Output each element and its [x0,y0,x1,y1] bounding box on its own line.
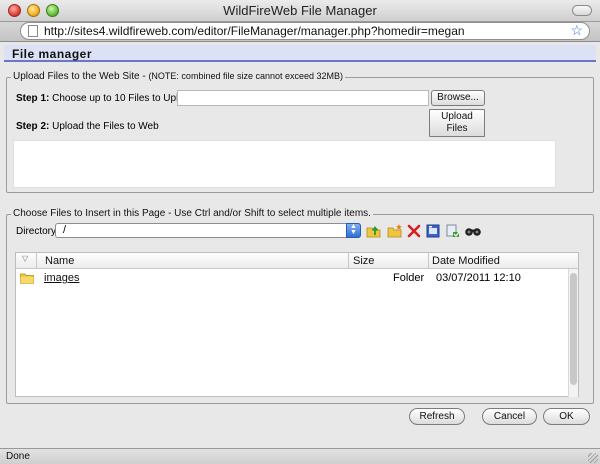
folder-up-icon[interactable] [366,223,382,239]
directory-label: Directory [16,226,57,237]
step1-label: Step 1: [16,93,50,104]
directory-select[interactable]: / ▲ ▼ [55,223,361,238]
upload-legend-note: (NOTE: combined file size cannot exceed … [148,71,344,81]
status-bar: Done [0,448,600,464]
step2-text: Upload the Files to Web [52,121,159,132]
file-path-input[interactable] [177,90,429,106]
list-item[interactable]: images Folder 03/07/2011 12:10 [16,271,566,287]
upload-files-button[interactable]: Upload Files [429,109,485,137]
refresh-folder-icon[interactable] [445,223,461,239]
page-icon [28,25,38,37]
sort-indicator-icon[interactable]: ▽ [22,254,28,263]
file-name[interactable]: images [44,272,79,284]
file-list-header: ▽ Name Size Date Modified [16,253,578,269]
cancel-button[interactable]: Cancel [482,408,537,425]
properties-icon[interactable] [425,223,441,239]
bookmark-star-icon[interactable]: ☆ [570,22,583,39]
upload-button-line2: Files [446,123,468,134]
refresh-button[interactable]: Refresh [409,408,465,425]
delete-icon[interactable] [406,223,422,239]
step1-text: Choose up to 10 Files to Upload [52,93,195,104]
url-text: http://sites4.wildfireweb.com/editor/Fil… [44,24,465,38]
step2-label: Step 2: [16,121,50,132]
browse-button[interactable]: Browse... [431,90,485,106]
toolbar-toggle-icon[interactable] [572,5,592,16]
url-field[interactable]: http://sites4.wildfireweb.com/editor/Fil… [20,22,590,40]
folder-icon [20,273,34,284]
upload-legend-text: Upload Files to the Web Site - [13,71,149,82]
window-titlebar: WildFireWeb File Manager [0,0,600,22]
file-list-scrollbar[interactable] [568,269,578,397]
step2-row: Step 2: Upload the Files to Web [16,121,159,132]
file-size: Folder [393,272,425,284]
page-title: File manager [12,47,93,61]
select-arrows-icon: ▲ ▼ [346,223,361,238]
file-list[interactable]: ▽ Name Size Date Modified images Folder … [15,252,579,397]
file-date: 03/07/2011 12:10 [436,272,521,284]
resize-grip-icon[interactable] [588,453,598,463]
view-icon[interactable] [464,223,482,239]
directory-value: / [63,224,67,236]
window-title: WildFireWeb File Manager [223,3,377,18]
new-folder-icon[interactable] [387,223,403,239]
column-size[interactable]: Size [353,255,374,267]
file-manager-header: File manager [4,45,596,62]
choose-files-group: Choose Files to Insert in this Page - Us… [6,208,594,404]
step1-row: Step 1: Choose up to 10 Files to Upload [16,93,195,104]
upload-queue [13,140,556,188]
upload-legend: Upload Files to the Web Site - (NOTE: co… [11,71,346,82]
address-bar: http://sites4.wildfireweb.com/editor/Fil… [0,22,600,42]
upload-group: Upload Files to the Web Site - (NOTE: co… [6,71,594,193]
column-name[interactable]: Name [45,255,74,267]
ok-button[interactable]: OK [543,408,590,425]
status-text: Done [6,451,30,462]
column-date-modified[interactable]: Date Modified [432,255,500,267]
choose-legend: Choose Files to Insert in this Page - Us… [11,208,373,219]
scrollbar-thumb[interactable] [570,273,577,385]
upload-button-line1: Upload [441,111,473,122]
